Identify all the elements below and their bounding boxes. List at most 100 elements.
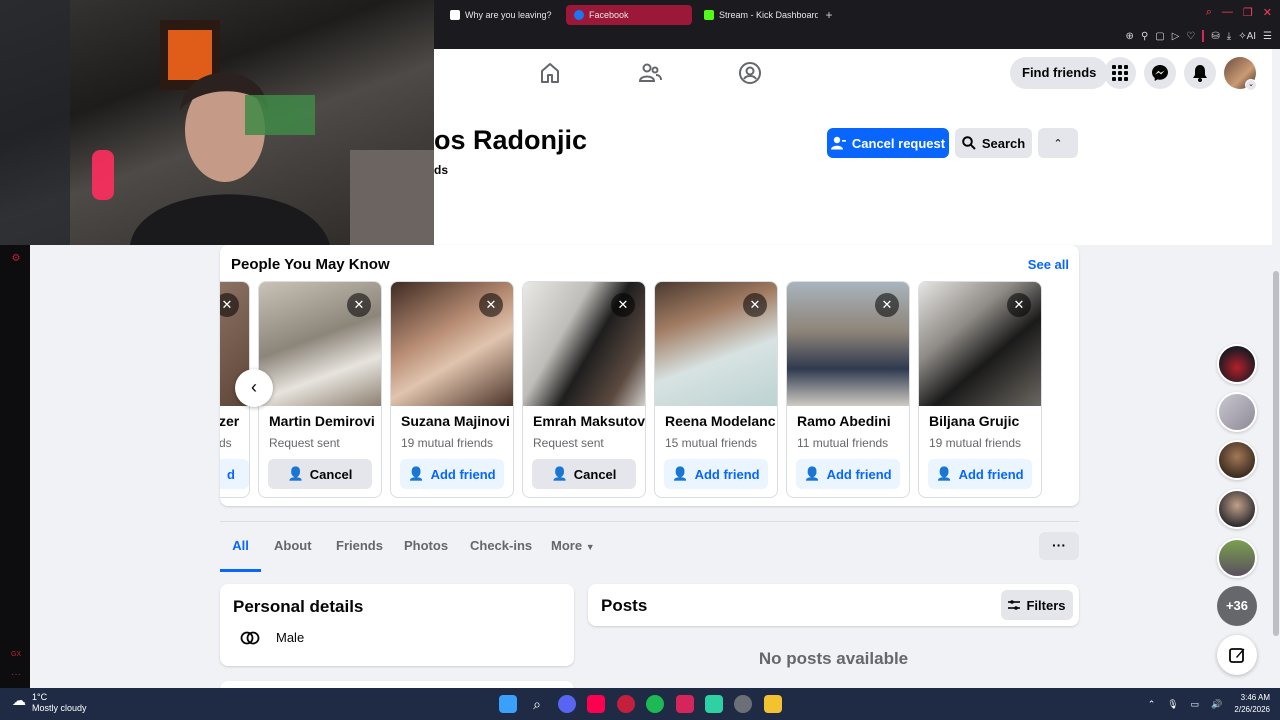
pymk-sub: 15 mutual friends — [665, 436, 758, 450]
notifications-button[interactable] — [1184, 57, 1216, 89]
discord-icon[interactable] — [558, 695, 576, 713]
app-tf-icon[interactable] — [676, 695, 694, 713]
minimize-icon[interactable]: — — [1222, 6, 1233, 19]
profile-friends-count[interactable]: ds — [434, 163, 448, 177]
ai-icon[interactable]: ✧AI — [1238, 31, 1256, 42]
contact-avatar[interactable] — [1217, 489, 1257, 529]
tab-label: Stream - Kick Dashboard — [719, 10, 818, 20]
tab-kick[interactable]: Stream - Kick Dashboard — [696, 5, 818, 25]
cancel-request-button[interactable]: Cancel request — [827, 128, 949, 158]
add-friend-button[interactable]: 👤 Add friend — [796, 459, 900, 489]
tab-check-ins[interactable]: Check-ins — [470, 522, 532, 572]
app-icon[interactable] — [705, 695, 723, 713]
tab-friends[interactable]: Friends — [336, 522, 383, 572]
close-icon[interactable]: ✕ — [1007, 293, 1031, 317]
tab-all[interactable]: All — [220, 522, 261, 572]
gx-icon[interactable]: GX — [10, 651, 22, 663]
more-options-button[interactable]: ··· — [1039, 532, 1079, 560]
download-icon[interactable]: ⤓ — [1227, 31, 1231, 42]
settings-icon[interactable] — [734, 695, 752, 713]
scrollbar-thumb[interactable] — [1273, 271, 1279, 636]
folder-icon[interactable] — [764, 695, 782, 713]
tab-why-leaving[interactable]: Why are you leaving? — [442, 5, 562, 25]
pymk-name[interactable]: zer — [220, 413, 249, 429]
no-posts-message: No posts available — [758, 649, 909, 668]
more-contacts-button[interactable]: +36 — [1217, 586, 1257, 626]
add-friend-button[interactable]: 👤 Add friend — [400, 459, 504, 489]
settings-icon[interactable]: ⚙ — [10, 253, 22, 265]
play-icon[interactable]: ▷ — [1172, 31, 1180, 42]
contact-avatar[interactable] — [1217, 440, 1257, 480]
chevron-up-icon[interactable]: ⌃ — [1148, 699, 1156, 710]
close-icon[interactable]: ✕ — [347, 293, 371, 317]
tiktok-icon[interactable] — [587, 695, 605, 713]
people-you-may-know: People You May Know See all ✕ zer ds d ✕… — [220, 245, 1079, 506]
wallet-icon[interactable]: ⛁ — [1211, 31, 1219, 42]
find-friends-button[interactable]: Find friends — [1010, 57, 1109, 89]
messenger-button[interactable] — [1144, 57, 1176, 89]
pymk-name[interactable]: Suzana Majinovi — [401, 413, 513, 429]
bell-icon — [1193, 65, 1207, 82]
filters-button[interactable]: Filters — [1001, 590, 1073, 620]
gender-icon — [240, 631, 260, 645]
close-icon[interactable]: ✕ — [1263, 6, 1272, 19]
pin-icon[interactable]: ⚲ — [1141, 31, 1148, 42]
weather-widget[interactable]: ☁ 1°C Mostly cloudy — [12, 692, 87, 714]
add-friend-button[interactable]: 👤 Add friend — [928, 459, 1032, 489]
spotify-icon[interactable] — [646, 695, 664, 713]
search-icon[interactable]: ⌕ — [528, 695, 546, 713]
pymk-name[interactable]: Emrah Maksutov — [533, 413, 645, 429]
friends-icon[interactable] — [638, 61, 662, 85]
tab-label: Facebook — [589, 10, 629, 20]
search-icon[interactable]: ⌕ — [1206, 6, 1212, 19]
add-person-icon: 👤 — [408, 466, 425, 481]
pymk-name[interactable]: Ramo Abedini — [797, 413, 909, 429]
add-friend-button[interactable]: 👤 Add friend — [664, 459, 768, 489]
close-icon[interactable]: ✕ — [875, 293, 899, 317]
pymk-name[interactable]: Reena Modelanc — [665, 413, 777, 429]
speaker-icon[interactable]: 🔊 — [1211, 699, 1222, 710]
contact-avatar[interactable] — [1217, 392, 1257, 432]
new-message-button[interactable] — [1217, 635, 1257, 675]
page-scrollbar[interactable] — [1272, 49, 1280, 688]
menu-icon[interactable]: ☰ — [1263, 31, 1272, 42]
start-icon[interactable] — [499, 695, 517, 713]
display-icon[interactable]: ▭ — [1191, 699, 1200, 710]
details-card-next — [220, 681, 574, 688]
tab-more[interactable]: More ▼ — [551, 522, 595, 572]
search-button[interactable]: Search — [955, 128, 1032, 158]
opera-gx-icon[interactable] — [617, 695, 635, 713]
tab-photos[interactable]: Photos — [404, 522, 448, 572]
zoom-icon[interactable]: ⊕ — [1126, 31, 1134, 42]
contact-avatar[interactable] — [1217, 538, 1257, 578]
previous-arrow-icon[interactable]: ‹ — [235, 369, 273, 407]
home-icon[interactable] — [538, 61, 562, 85]
close-icon[interactable]: ✕ — [611, 293, 635, 317]
snapshot-icon[interactable]: ▢ — [1155, 31, 1164, 42]
see-all-link[interactable]: See all — [1028, 257, 1069, 272]
tab-about[interactable]: About — [274, 522, 312, 572]
contact-avatar[interactable] — [1217, 344, 1257, 384]
groups-icon[interactable] — [738, 61, 762, 85]
clock[interactable]: 3:46 AM 2/26/2026 — [1234, 692, 1270, 716]
cancel-button[interactable]: 👤 Cancel — [268, 459, 372, 489]
tab-facebook[interactable]: Facebook — [566, 5, 692, 25]
clock-date: 2/26/2026 — [1234, 705, 1270, 714]
menu-grid-button[interactable] — [1104, 57, 1136, 89]
heart-icon[interactable]: ♡ — [1186, 31, 1195, 42]
pymk-name[interactable]: Martin Demirovi — [269, 413, 381, 429]
add-friend-button[interactable]: d — [220, 459, 249, 489]
close-icon[interactable]: ✕ — [479, 293, 503, 317]
pymk-name[interactable]: Biljana Grujic — [929, 413, 1041, 429]
collapse-button[interactable]: ⌃ — [1038, 128, 1078, 158]
add-person-icon: 👤 — [672, 466, 689, 481]
close-icon[interactable]: ✕ — [743, 293, 767, 317]
pymk-card: ✕ Ramo Abedini 11 mutual friends 👤 Add fr… — [786, 281, 910, 498]
maximize-icon[interactable]: ❐ — [1243, 6, 1253, 19]
cancel-button[interactable]: 👤 Cancel — [532, 459, 636, 489]
pymk-sub: 11 mutual friends — [797, 436, 889, 450]
more-icon[interactable]: ··· — [10, 669, 22, 681]
microphone-icon[interactable]: 🎙 — [1167, 699, 1178, 710]
new-tab-button[interactable]: + — [822, 8, 836, 22]
chevron-down-icon[interactable]: ⌄ — [1245, 79, 1257, 91]
